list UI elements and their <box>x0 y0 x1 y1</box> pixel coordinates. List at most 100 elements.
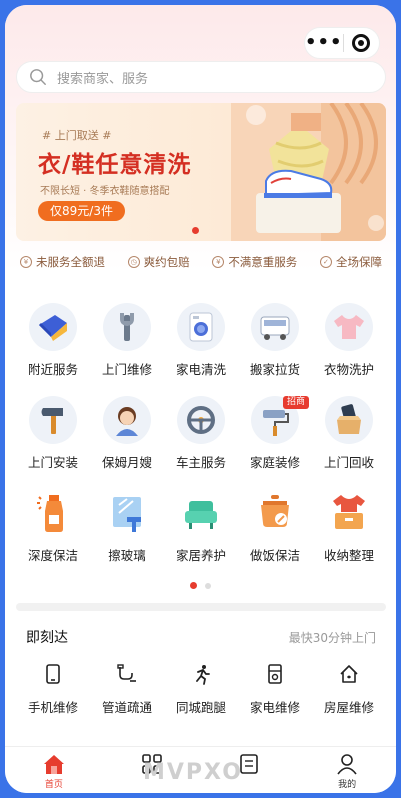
tab-home[interactable]: 首页 <box>5 747 103 793</box>
hammer-icon <box>29 396 77 444</box>
shirt-icon <box>325 303 373 351</box>
category-item-home-care[interactable]: 家居养护 <box>164 489 238 582</box>
refund-icon: ¥ <box>20 256 32 268</box>
quick-item-errand[interactable]: 同城跑腿 <box>164 663 238 716</box>
category-item-nearby[interactable]: 附近服务 <box>16 303 90 396</box>
guarantee-item: ◷ 爽约包赔 <box>127 254 190 270</box>
category-label: 深度保洁 <box>27 548 78 563</box>
quick-label: 房屋维修 <box>323 700 374 715</box>
truck-icon <box>251 303 299 351</box>
category-label: 附近服务 <box>27 362 78 377</box>
service-guarantees: ¥ 未服务全额退 ◷ 爽约包赔 ¥ 不满意重服务 ✓ 全场保障 <box>16 249 386 275</box>
quick-label: 管道疏通 <box>101 700 152 715</box>
appliance-icon <box>268 664 282 684</box>
category-item-car[interactable]: 车主服务 <box>164 396 238 489</box>
wrench-icon <box>103 303 151 351</box>
category-label: 上门安装 <box>27 455 78 470</box>
mini-program-capsule: ••• <box>304 27 380 59</box>
location-package-icon <box>29 303 77 351</box>
category-item-repair[interactable]: 上门维修 <box>90 303 164 396</box>
category-label: 做饭保洁 <box>249 548 300 563</box>
category-label: 家居养护 <box>175 548 226 563</box>
more-menu-button[interactable]: ••• <box>305 29 343 57</box>
quick-item-phone-repair[interactable]: 手机维修 <box>16 663 90 716</box>
quick-label: 家电维修 <box>249 700 300 715</box>
guarantee-label: 全场保障 <box>335 255 382 269</box>
category-label: 擦玻璃 <box>108 548 146 563</box>
category-item-moving[interactable]: 搬家拉货 <box>238 303 312 396</box>
section-subtitle: 最快30分钟上门 <box>288 630 376 645</box>
clock-icon: ◷ <box>127 256 140 268</box>
category-label: 上门维修 <box>101 362 152 377</box>
search-input[interactable]: 搜索商家、服务 <box>57 68 148 87</box>
banner-indicator-active <box>192 227 199 234</box>
category-item-deep-clean[interactable]: 深度保洁 <box>16 489 90 582</box>
category-item-glass[interactable]: 擦玻璃 <box>90 489 164 582</box>
washing-machine-icon <box>177 303 225 351</box>
promo-banner[interactable]: # 上门取送 # 衣/鞋任意清洗 不限长短 · 冬季衣鞋随意搭配 仅89元/3件 <box>16 103 386 241</box>
sofa-icon <box>177 489 225 537</box>
app-screen: ••• 搜索商家、服务 # 上门取送 # 衣/鞋任意清洗 不限长短 · 冬季衣鞋… <box>5 5 396 793</box>
guarantee-item: ¥ 不满意重服务 <box>212 254 297 270</box>
runner-icon <box>196 665 210 685</box>
quick-item-house-repair[interactable]: 房屋维修 <box>312 663 386 716</box>
glass-wiper-icon <box>103 489 151 537</box>
quick-item-appliance-repair[interactable]: 家电维修 <box>238 663 312 716</box>
category-item-appliance-clean[interactable]: 家电清洗 <box>164 303 238 396</box>
banner-subtitle: 不限长短 · 冬季衣鞋随意搭配 <box>40 186 170 197</box>
recycle-box-icon <box>325 396 373 444</box>
cooking-pot-icon <box>251 489 299 537</box>
close-program-button[interactable] <box>344 34 379 52</box>
guarantee-label: 不满意重服务 <box>228 255 298 269</box>
category-item-cooking[interactable]: 做饭保洁 <box>238 489 312 582</box>
quick-label: 同城跑腿 <box>175 700 226 715</box>
recruit-badge: 招商 <box>282 396 309 409</box>
profile-icon <box>337 754 357 775</box>
house-icon <box>340 665 358 683</box>
category-label: 上门回收 <box>323 455 374 470</box>
home-icon <box>43 755 64 774</box>
grid-page-indicator <box>205 583 211 589</box>
quick-label: 手机维修 <box>27 700 78 715</box>
target-icon <box>352 34 371 52</box>
section-divider <box>16 603 386 611</box>
clothes-shoes-illustration <box>231 103 386 241</box>
yen-icon: ¥ <box>212 256 225 268</box>
spray-bottle-icon <box>29 489 77 537</box>
category-item-nanny[interactable]: 保姆月嫂 <box>90 396 164 489</box>
category-label: 家庭装修 <box>249 455 300 470</box>
search-icon <box>30 69 46 85</box>
category-item-storage[interactable]: 收纳整理 <box>312 489 386 582</box>
category-item-renovation[interactable]: 招商 家庭装修 <box>238 396 312 489</box>
banner-price-button[interactable]: 仅89元/3件 <box>38 201 125 221</box>
quick-item-pipe[interactable]: 管道疏通 <box>90 663 164 716</box>
category-label: 衣物洗护 <box>323 362 374 377</box>
section-title: 即刻达 <box>26 630 68 646</box>
guarantee-item: ¥ 未服务全额退 <box>20 254 105 270</box>
category-label: 收纳整理 <box>323 548 374 563</box>
banner-tag: # 上门取送 # <box>42 129 112 142</box>
shield-icon: ✓ <box>319 256 332 268</box>
watermark: MVPXO <box>143 760 243 785</box>
service-category-grid: 附近服务 上门维修 家电清洗 搬家拉货 衣物洗护 上门安装 保姆月嫂 车主服务 … <box>16 303 386 582</box>
pipe-icon <box>117 664 136 682</box>
category-item-laundry[interactable]: 衣物洗护 <box>312 303 386 396</box>
guarantee-label: 爽约包赔 <box>143 255 190 269</box>
category-item-recycle[interactable]: 上门回收 <box>312 396 386 489</box>
guarantee-item: ✓ 全场保障 <box>319 254 382 270</box>
category-label: 搬家拉货 <box>249 362 300 377</box>
category-item-install[interactable]: 上门安装 <box>16 396 90 489</box>
tab-profile[interactable]: 我的 <box>298 747 396 793</box>
search-bar[interactable]: 搜索商家、服务 <box>16 61 386 93</box>
banner-title: 衣/鞋任意清洗 <box>38 152 192 178</box>
grid-page-indicator-active <box>190 582 197 589</box>
tab-label: 首页 <box>44 780 63 790</box>
nanny-icon <box>103 396 151 444</box>
storage-box-icon <box>325 489 373 537</box>
guarantee-label: 未服务全额退 <box>36 255 105 269</box>
paint-roller-icon: 招商 <box>251 396 309 444</box>
tab-label: 我的 <box>338 780 357 790</box>
category-label: 家电清洗 <box>175 362 226 377</box>
category-label: 保姆月嫂 <box>101 455 152 470</box>
steering-wheel-icon <box>177 396 225 444</box>
